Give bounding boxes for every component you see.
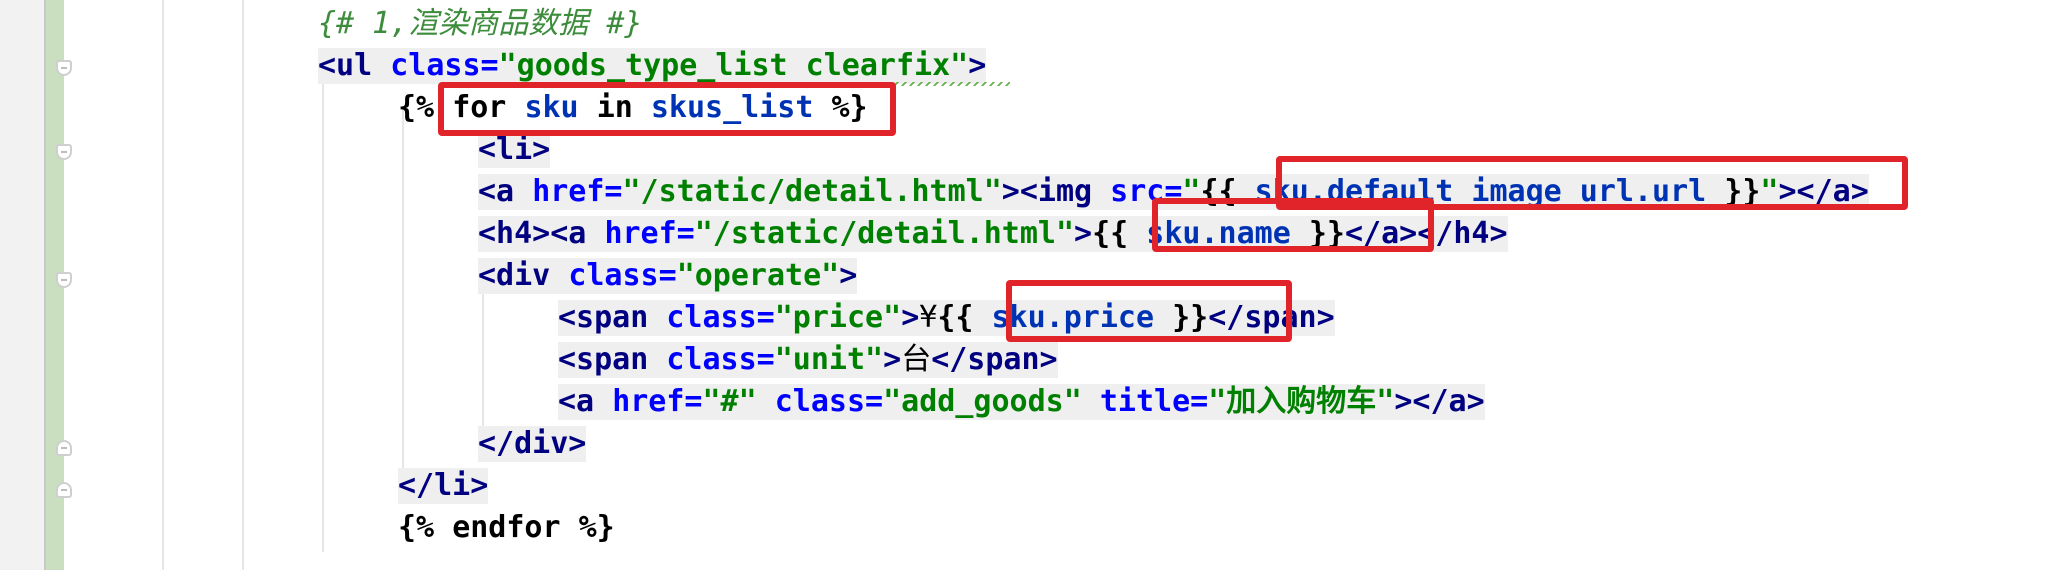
code-token-tag: > xyxy=(968,48,987,83)
code-token-tag: </li> xyxy=(398,468,489,503)
indent-guide xyxy=(162,0,164,570)
code-token-str: "price" xyxy=(774,300,902,335)
code-token-attr: class= xyxy=(568,258,677,293)
code-token-attr: class= xyxy=(774,384,884,419)
code-token-str: "加入购物车" xyxy=(1208,384,1395,419)
code-token-tag: > xyxy=(901,300,920,335)
fold-div-icon[interactable] xyxy=(56,272,72,288)
code-token-tag: <a xyxy=(558,384,613,419)
fold-column xyxy=(64,0,164,570)
indent-guide xyxy=(482,290,484,440)
code-line-li[interactable]: <li> xyxy=(478,132,551,168)
code-token-tag: <h4><a xyxy=(478,216,605,251)
code-token-tag: > xyxy=(839,258,858,293)
highlight-box-for-loop xyxy=(438,82,896,136)
fold-ul-icon[interactable] xyxy=(56,60,72,76)
code-line-li-close[interactable]: </li> xyxy=(398,468,489,504)
highlight-box-name xyxy=(1152,198,1434,252)
indent-guide xyxy=(242,0,244,570)
code-token-str: "/static/detail.html" xyxy=(694,216,1075,251)
code-token-attr: class= xyxy=(390,48,499,83)
code-token-tpl: endfor xyxy=(452,510,579,545)
code-line-div-close[interactable]: </div> xyxy=(478,426,587,462)
code-token-tag: <span xyxy=(558,342,667,377)
code-token-attr: href= xyxy=(604,216,695,251)
code-token-tag: > xyxy=(1074,216,1093,251)
indent-guide xyxy=(402,110,404,490)
code-line-div[interactable]: <div class="operate"> xyxy=(478,258,858,294)
code-token-tpl: {% xyxy=(398,510,453,545)
code-token-str: "add_goods" xyxy=(883,384,1100,419)
code-token-tag: <ul xyxy=(318,48,391,83)
code-token-tag: <span xyxy=(558,300,667,335)
highlight-box-price xyxy=(1006,280,1292,342)
code-token-tag: ></a> xyxy=(1394,384,1485,419)
code-line-add-goods[interactable]: <a href="#" class="add_goods" title="加入购… xyxy=(558,384,1485,420)
code-token-tag: > xyxy=(883,342,902,377)
code-token-attr: href= xyxy=(532,174,623,209)
code-token-tag: <li> xyxy=(478,132,551,167)
code-token-tpl: %} xyxy=(578,510,615,545)
code-token-tpl: {{ xyxy=(1092,216,1147,251)
code-token-tag: ><img xyxy=(1001,174,1111,209)
indent-guide xyxy=(322,62,324,552)
editor-gutter xyxy=(0,0,44,570)
code-token-attr: class= xyxy=(666,300,775,335)
code-line-endfor[interactable]: {% endfor %} xyxy=(398,510,615,546)
code-token-punct: 台 xyxy=(901,342,932,377)
code-line-unit[interactable]: <span class="unit">台</span> xyxy=(558,342,1058,378)
code-token-punct: ¥ xyxy=(919,300,938,335)
code-line-ul[interactable]: <ul class="goods_type_list clearfix"> xyxy=(318,48,987,84)
code-token-str: "#" xyxy=(702,384,775,419)
code-token-attr: title= xyxy=(1099,384,1209,419)
unfold-li-icon[interactable] xyxy=(56,482,72,498)
code-token-attr: class= xyxy=(666,342,775,377)
code-line-comment[interactable]: {# 1,渲染商品数据 #} xyxy=(318,6,643,42)
code-token-tag: </span> xyxy=(931,342,1058,377)
code-token-attr: href= xyxy=(612,384,703,419)
fold-li-icon[interactable] xyxy=(56,144,72,160)
code-token-comment: {# 1,渲染商品数据 #} xyxy=(318,6,643,41)
code-token-tag: <a xyxy=(478,174,533,209)
unfold-div-icon[interactable] xyxy=(56,440,72,456)
code-token-str: "goods_type_list clearfix" xyxy=(498,48,969,83)
code-token-tpl: {{ xyxy=(937,300,992,335)
code-token-str: "unit" xyxy=(774,342,884,377)
code-token-tag: <div xyxy=(478,258,569,293)
code-token-str: "/static/detail.html" xyxy=(622,174,1002,209)
code-token-str: "operate" xyxy=(676,258,840,293)
code-token-tag: </div> xyxy=(478,426,587,461)
